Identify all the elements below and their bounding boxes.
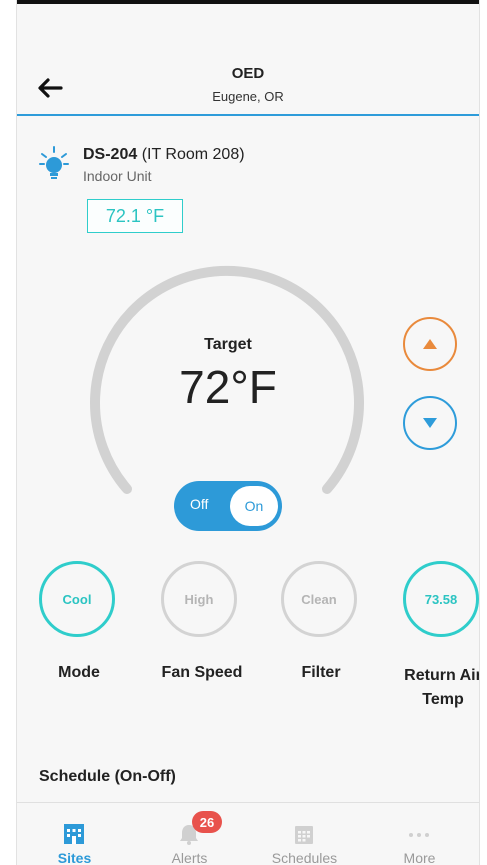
tab-alerts-label: Alerts: [171, 850, 208, 865]
fan-speed-label: Fan Speed: [161, 664, 243, 681]
app-screen: OED Eugene, OR DS-204 (IT Room 208) Indo…: [17, 4, 479, 865]
tab-alerts[interactable]: 26 Alerts: [132, 803, 247, 865]
alerts-count-badge: 26: [192, 811, 222, 833]
triangle-up-icon: [423, 339, 437, 349]
toggle-on-knob: On: [230, 486, 278, 526]
more-dots-icon: [409, 833, 429, 837]
tab-schedules-label: Schedules: [271, 850, 338, 865]
toggle-off-label: Off: [190, 496, 209, 512]
unit-room: (IT Room 208): [137, 146, 245, 163]
site-location: Eugene, OR: [212, 89, 284, 104]
left-edge: [0, 0, 17, 865]
power-toggle[interactable]: Off On: [174, 481, 282, 531]
decrease-temp-button[interactable]: [403, 396, 457, 450]
calendar-icon: [295, 826, 313, 844]
site-header: OED Eugene, OR: [17, 4, 479, 116]
tab-bar: Sites 26 Alerts Schedules More: [17, 802, 479, 865]
site-title: OED: [231, 65, 265, 82]
return-air-temp-indicator[interactable]: 73.58: [403, 561, 479, 637]
building-icon: [64, 824, 84, 844]
unit-name: DS-204 (IT Room 208): [83, 146, 245, 164]
increase-temp-button[interactable]: [403, 317, 457, 371]
tab-sites[interactable]: Sites: [17, 803, 132, 865]
target-temperature: 72°F: [179, 361, 277, 413]
unit-id: DS-204: [83, 146, 138, 163]
filter-label: Filter: [301, 664, 341, 681]
lightbulb-icon: [39, 146, 69, 179]
target-label: Target: [204, 336, 252, 353]
right-edge: [479, 0, 487, 865]
mode-label: Mode: [58, 664, 100, 681]
tab-more[interactable]: More: [362, 803, 477, 865]
device-frame: OED Eugene, OR DS-204 (IT Room 208) Indo…: [0, 0, 487, 865]
unit-type: Indoor Unit: [83, 168, 152, 184]
filter-indicator[interactable]: Clean: [281, 561, 357, 637]
fan-speed-indicator[interactable]: High: [161, 561, 237, 637]
schedule-heading: Schedule (On-Off): [39, 768, 176, 785]
tab-schedules[interactable]: Schedules: [247, 803, 362, 865]
return-air-temp-label: Return Air Temp: [404, 667, 479, 708]
tab-sites-label: Sites: [57, 850, 92, 865]
mode-indicator[interactable]: Cool: [39, 561, 115, 637]
current-temp-badge: 72.1 °F: [87, 199, 183, 233]
triangle-down-icon: [423, 418, 437, 428]
tab-more-label: More: [403, 850, 436, 865]
